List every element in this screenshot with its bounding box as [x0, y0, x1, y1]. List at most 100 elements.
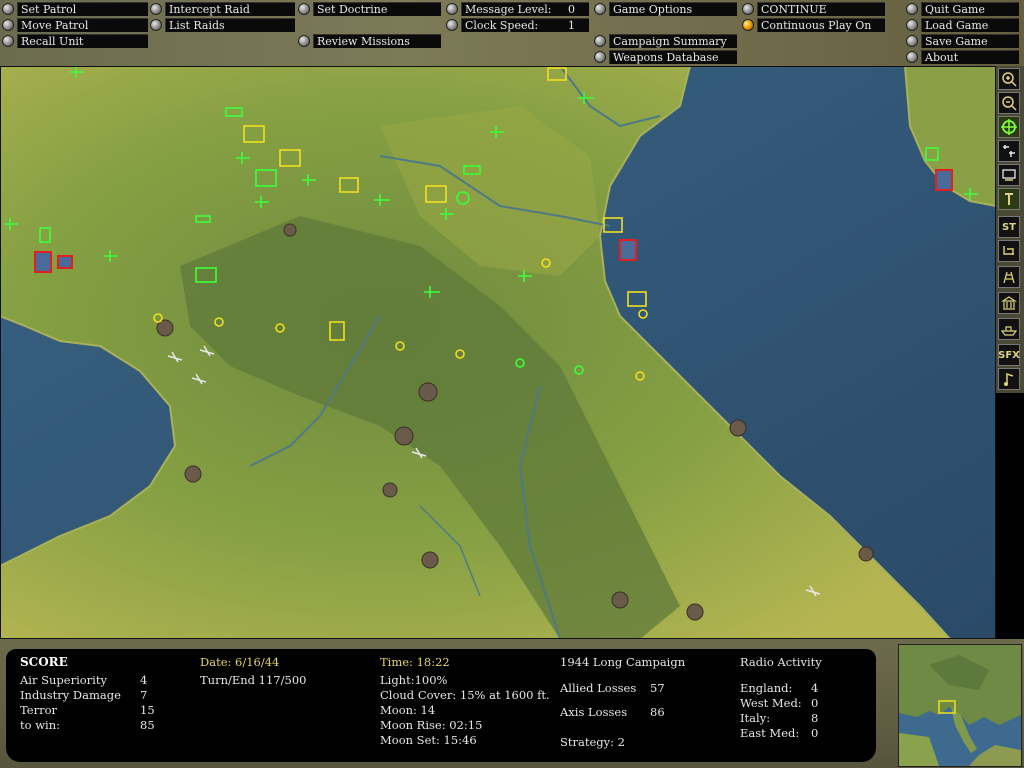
ground-filter-button[interactable]: [998, 164, 1020, 186]
city-target-marker[interactable]: [935, 169, 953, 191]
moon-text: Moon: 14: [380, 703, 436, 717]
button-knob: [906, 18, 918, 31]
building-icon: [1001, 296, 1017, 310]
peak: [418, 382, 438, 402]
radio-westmed-label: West Med:: [740, 696, 802, 710]
zoom-in-button[interactable]: [998, 68, 1020, 90]
target-button[interactable]: [998, 116, 1020, 138]
radio-italy-value: 8: [811, 711, 819, 725]
zoom-in-icon: [1002, 72, 1017, 87]
list-raids-button[interactable]: List Raids: [150, 17, 295, 32]
aircraft-filter-button[interactable]: [998, 140, 1020, 162]
set-doctrine-button[interactable]: Set Doctrine: [298, 1, 441, 16]
button-knob: [150, 18, 162, 31]
clock-speed-label: Clock Speed:: [465, 18, 539, 32]
st-label: ST: [1001, 221, 1017, 233]
network-icon: [1003, 246, 1014, 255]
city-target-marker[interactable]: [619, 239, 637, 261]
radio-title: Radio Activity: [740, 655, 822, 669]
axis-losses-label: Axis Losses: [560, 705, 628, 719]
zoom-out-icon: [1002, 96, 1017, 111]
network-button[interactable]: [998, 240, 1020, 262]
button-knob: [446, 2, 458, 15]
cloud-cover-text: Cloud Cover: 15% at 1600 ft.: [380, 688, 550, 702]
campaign-title: 1944 Long Campaign: [560, 655, 686, 669]
ground-filter-icon: [1002, 169, 1016, 181]
button-knob: [2, 2, 14, 15]
move-patrol-button[interactable]: Move Patrol: [2, 17, 148, 32]
continue-button[interactable]: CONTINUE: [742, 1, 885, 16]
button-knob: [298, 2, 310, 15]
tower-icon: [1005, 193, 1013, 205]
button-knob: [594, 2, 606, 15]
music-note-icon: [1004, 372, 1014, 386]
save-game-button[interactable]: Save Game: [906, 33, 1019, 48]
clock-speed-value: 1: [568, 18, 575, 32]
city-target-marker[interactable]: [34, 251, 52, 273]
map-toolbar: ST SFX: [996, 66, 1024, 393]
score-title: SCORE: [20, 655, 68, 669]
set-patrol-button[interactable]: Set Patrol: [2, 1, 148, 16]
button-knob: [594, 50, 606, 63]
load-game-button[interactable]: Load Game: [906, 17, 1019, 32]
europe-overview-map: [899, 645, 1021, 766]
moon-rise-text: Moon Rise: 02:15: [380, 718, 483, 732]
peak: [421, 551, 439, 569]
radio-eastmed-label: East Med:: [740, 726, 800, 740]
radio-england-value: 4: [811, 681, 819, 695]
tower-button[interactable]: [998, 188, 1020, 210]
zoom-out-button[interactable]: [998, 92, 1020, 114]
st-button[interactable]: ST: [998, 216, 1020, 238]
terror-label: Terror: [20, 703, 57, 717]
minimap[interactable]: [898, 644, 1022, 767]
sfx-button[interactable]: SFX: [998, 344, 1020, 366]
rail-icon: [1003, 271, 1015, 284]
about-button[interactable]: About: [906, 49, 1019, 64]
intercept-raid-button[interactable]: Intercept Raid: [150, 1, 295, 16]
radio-england-label: England:: [740, 681, 793, 695]
terror-value: 15: [140, 703, 155, 717]
sfx-label: SFX: [998, 349, 1020, 361]
peak: [394, 426, 414, 446]
air-superiority-value: 4: [140, 673, 148, 687]
radio-eastmed-value: 0: [811, 726, 819, 740]
to-win-label: to win:: [20, 718, 61, 732]
quit-game-button[interactable]: Quit Game: [906, 1, 1019, 16]
peak: [858, 546, 874, 562]
peak: [611, 591, 629, 609]
time-text: Time: 18:22: [380, 655, 450, 669]
air-superiority-label: Air Superiority: [20, 673, 107, 687]
button-knob: [742, 2, 754, 15]
axis-losses-value: 86: [650, 705, 665, 719]
strategic-map[interactable]: [0, 66, 996, 639]
peak: [184, 465, 202, 483]
button-knob: [298, 34, 310, 47]
recall-unit-button[interactable]: Recall Unit: [2, 33, 148, 48]
ship-icon: [1001, 326, 1017, 336]
building-button[interactable]: [998, 292, 1020, 314]
peak: [686, 603, 704, 621]
allied-losses-label: Allied Losses: [560, 681, 637, 695]
aircraft-filter-icon: [1003, 145, 1015, 157]
ship-button[interactable]: [998, 318, 1020, 340]
button-knob: [906, 34, 918, 47]
campaign-summary-button[interactable]: Campaign Summary: [594, 33, 737, 48]
button-knob: [2, 34, 14, 47]
to-win-value: 85: [140, 718, 155, 732]
continuous-play-toggle[interactable]: Continuous Play On: [742, 17, 885, 32]
clock-speed-control[interactable]: Clock Speed: 1: [446, 17, 589, 32]
peak: [382, 482, 398, 498]
city-target-marker[interactable]: [57, 255, 73, 269]
game-options-button[interactable]: Game Options: [594, 1, 737, 16]
review-missions-button[interactable]: Review Missions: [298, 33, 441, 48]
peak: [283, 223, 297, 237]
weapons-database-button[interactable]: Weapons Database: [594, 49, 737, 64]
status-panel: SCORE Air Superiority 4 Industry Damage …: [0, 639, 1024, 768]
message-level-label: Message Level:: [465, 2, 552, 16]
rail-button[interactable]: [998, 266, 1020, 288]
music-button[interactable]: [998, 368, 1020, 390]
target-icon: [1001, 119, 1017, 135]
button-knob: [906, 50, 918, 63]
light-text: Light:100%: [380, 673, 448, 687]
message-level-control[interactable]: Message Level: 0: [446, 1, 589, 16]
